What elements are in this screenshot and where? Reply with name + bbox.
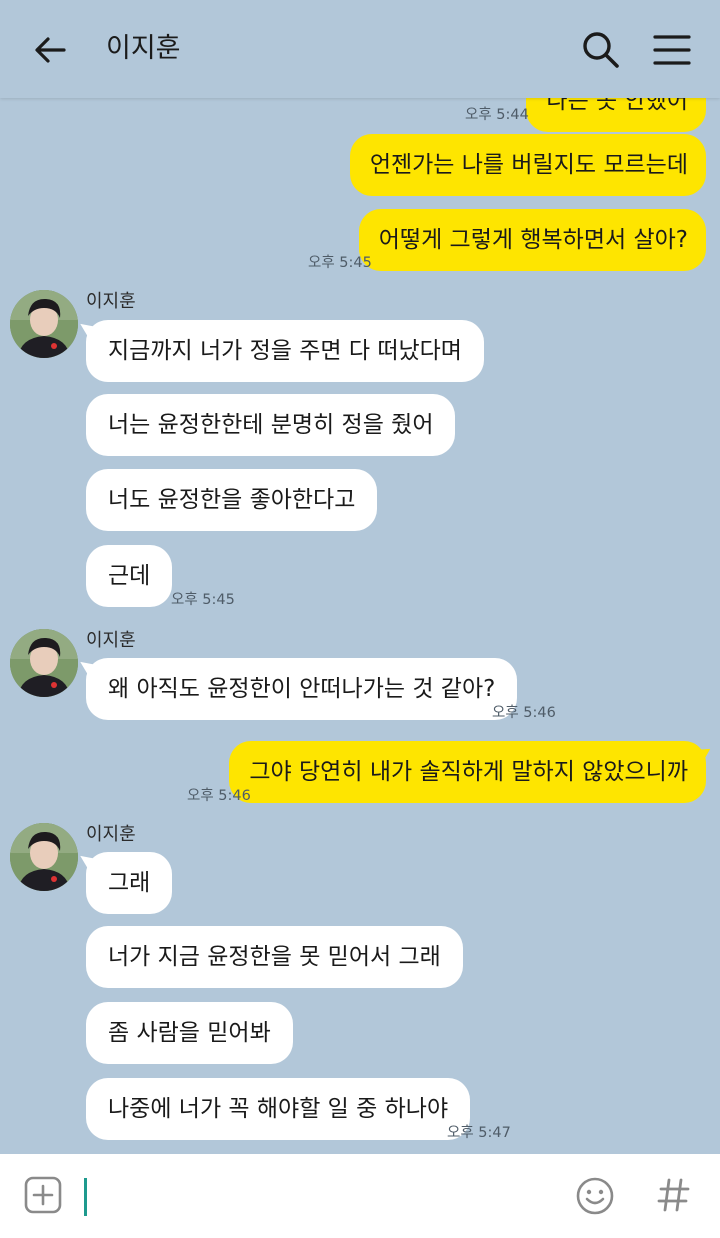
hashtag-icon [657,1178,690,1212]
avatar-photo-icon [10,629,78,697]
message-time: 오후 5:44 [465,107,529,123]
message-time: 오후 5:45 [308,255,372,271]
message-theirs[interactable]: 그래 [86,852,173,914]
message-input-bar [0,1154,720,1238]
hashtag-button[interactable] [656,1172,692,1216]
sender-name: 이지훈 [86,824,136,845]
message-mine[interactable]: 어떻게 그렇게 행복하면서 살아? [358,209,706,271]
avatar[interactable] [10,290,78,358]
menu-icon [653,35,691,65]
message-theirs[interactable]: 근데 [86,545,173,607]
message-time: 오후 5:46 [187,788,251,804]
chat-title: 이지훈 [106,33,181,64]
message-theirs[interactable]: 너는 윤정한한테 분명히 정을 줬어 [86,394,456,456]
emoji-button[interactable] [575,1176,615,1216]
back-button[interactable] [30,30,70,70]
message-theirs[interactable]: 왜 아직도 윤정한이 안떠나가는 것 같아? [86,658,518,720]
back-arrow-icon [35,37,66,63]
message-theirs[interactable]: 너도 윤정한을 좋아한다고 [86,469,378,531]
avatar[interactable] [10,629,78,697]
message-input[interactable] [84,1178,87,1216]
sender-name: 이지훈 [86,630,136,651]
message-theirs[interactable]: 지금까지 너가 정을 주면 다 떠났다며 [86,320,484,382]
avatar-photo-icon [10,290,78,358]
message-mine[interactable]: 그야 당연히 내가 솔직하게 말하지 않았으니까 [229,741,706,803]
add-attachment-button[interactable] [24,1176,62,1214]
message-time: 오후 5:46 [492,705,556,721]
message-time: 오후 5:47 [447,1125,511,1141]
chat-header: 이지훈 [0,0,720,98]
message-theirs[interactable]: 나중에 너가 꼭 해야할 일 중 하나야 [86,1078,471,1140]
avatar-photo-icon [10,823,78,891]
avatar[interactable] [10,823,78,891]
search-button[interactable] [580,29,622,71]
chat-area[interactable]: 나는 못 안했어 오후 5:44 언젠가는 나를 버릴지도 모르는데 어떻게 그… [0,0,720,1154]
message-time: 오후 5:45 [171,592,235,608]
sender-name: 이지훈 [86,291,136,312]
menu-button[interactable] [652,32,692,68]
emoji-icon [576,1177,614,1215]
message-theirs[interactable]: 너가 지금 윤정한을 못 믿어서 그래 [86,926,463,988]
search-icon [583,32,619,68]
message-mine[interactable]: 언젠가는 나를 버릴지도 모르는데 [349,134,706,196]
plus-icon [24,1176,62,1214]
message-theirs[interactable]: 좀 사람을 믿어봐 [86,1002,293,1064]
